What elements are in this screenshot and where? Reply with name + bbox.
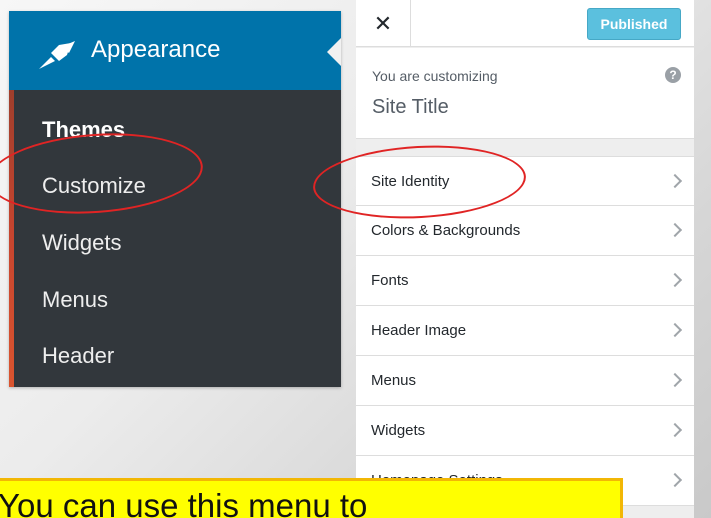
customizer-header: ✕ Published <box>356 0 694 47</box>
paintbrush-icon <box>39 41 75 69</box>
section-menus[interactable]: Menus <box>356 356 694 406</box>
help-icon[interactable]: ? <box>665 67 681 83</box>
chevron-right-icon <box>667 322 683 338</box>
chevron-right-icon <box>667 272 683 288</box>
customizer-panel: ✕ Published You are customizing Site Tit… <box>356 0 694 518</box>
close-customizer-button[interactable]: ✕ <box>356 0 411 47</box>
menu-item-appearance-label: Appearance <box>91 36 221 63</box>
chevron-right-icon <box>667 173 683 189</box>
section-label: Colors & Backgrounds <box>371 222 521 239</box>
menu-item-appearance[interactable]: Appearance <box>9 11 341 90</box>
chevron-right-icon <box>667 372 683 388</box>
chevron-right-icon <box>667 222 683 238</box>
customizing-label: You are customizing <box>372 68 498 84</box>
section-fonts[interactable]: Fonts <box>356 256 694 306</box>
site-title: Site Title <box>372 96 449 118</box>
section-widgets[interactable]: Widgets <box>356 406 694 456</box>
instruction-callout: You can use this menu to <box>0 478 623 518</box>
customizer-info: You are customizing Site Title ? <box>356 48 694 139</box>
chevron-right-icon <box>667 472 683 488</box>
submenu-item-widgets[interactable]: Widgets <box>42 230 121 256</box>
current-menu-arrow-icon <box>327 38 341 66</box>
publish-button[interactable]: Published <box>587 8 681 40</box>
section-label: Widgets <box>371 422 426 439</box>
submenu-item-menus[interactable]: Menus <box>42 287 108 313</box>
chevron-right-icon <box>667 422 683 438</box>
callout-text: You can use this menu to <box>0 487 368 518</box>
section-label: Header Image <box>371 322 467 339</box>
section-label: Menus <box>371 372 417 389</box>
submenu-item-header[interactable]: Header <box>42 343 114 369</box>
section-header-image[interactable]: Header Image <box>356 306 694 356</box>
close-icon: ✕ <box>373 10 393 36</box>
section-label: Fonts <box>371 272 409 289</box>
